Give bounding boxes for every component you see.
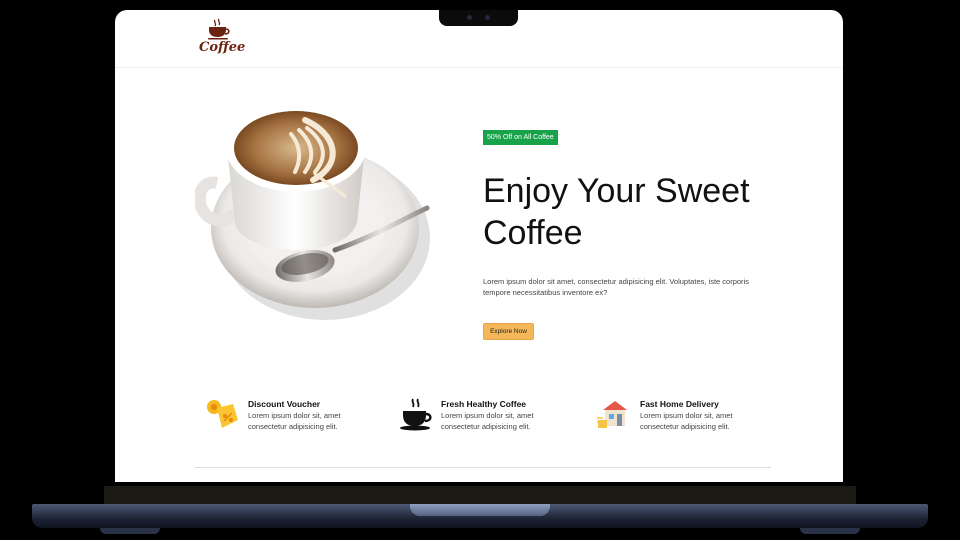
camera-icon (467, 15, 472, 20)
feature-discount-voucher: Discount Voucher Lorem ipsum dolor sit, … (205, 396, 375, 436)
feature-home-delivery: Fast Home Delivery Lorem ipsum dolor sit… (597, 396, 767, 436)
feature-fresh-coffee: Fresh Healthy Coffee Lorem ipsum dolor s… (398, 396, 568, 436)
feature-title: Fast Home Delivery (640, 399, 719, 409)
laptop-hinge (104, 486, 856, 504)
home-delivery-icon (597, 401, 627, 428)
laptop-screen: Coffee 50% Off on All Coffee Enjoy Your … (115, 10, 843, 482)
feature-description: Lorem ipsum dolor sit, amet consectetur … (640, 411, 733, 431)
hero-description: Lorem ipsum dolor sit amet, consectetur … (483, 277, 749, 297)
camera-notch (439, 10, 518, 26)
coffee-cup-icon (208, 18, 230, 40)
laptop-opening-lip (410, 504, 550, 516)
feature-description: Lorem ipsum dolor sit, amet consectetur … (441, 411, 534, 431)
discount-badge: 50% Off on All Coffee (483, 130, 558, 145)
site-logo[interactable]: Coffee (199, 18, 246, 62)
sensor-icon (485, 15, 490, 20)
hero-title: Enjoy Your Sweet Coffee (483, 172, 750, 252)
logo-text: Coffee (199, 40, 246, 55)
feature-description: Lorem ipsum dolor sit, amet consectetur … (248, 411, 341, 431)
section-divider (195, 467, 771, 468)
discount-voucher-icon (207, 400, 238, 428)
latte-cup-image (195, 104, 430, 320)
feature-title: Discount Voucher (248, 399, 321, 409)
coffee-cup-icon (400, 398, 432, 431)
laptop-foot (100, 528, 160, 534)
feature-title: Fresh Healthy Coffee (441, 399, 527, 409)
laptop-foot (800, 528, 860, 534)
explore-now-button[interactable]: Explore Now (483, 323, 534, 340)
